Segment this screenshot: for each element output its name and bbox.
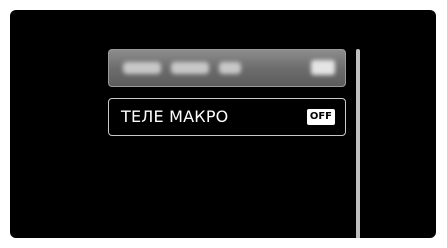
menu-item-tele-macro[interactable]: ТЕЛЕ МАКРО OFF — [108, 98, 346, 136]
blurred-label — [123, 62, 241, 74]
scrollbar-thumb[interactable] — [356, 49, 360, 238]
menu-item-blurred[interactable] — [108, 49, 346, 87]
tele-macro-label: ТЕЛЕ МАКРО — [121, 107, 229, 126]
tele-macro-value-badge: OFF — [306, 109, 335, 125]
blurred-value-badge — [311, 60, 335, 75]
camera-menu-screen: ТЕЛЕ МАКРО OFF — [10, 10, 436, 238]
menu-scrollbar[interactable] — [356, 49, 360, 238]
